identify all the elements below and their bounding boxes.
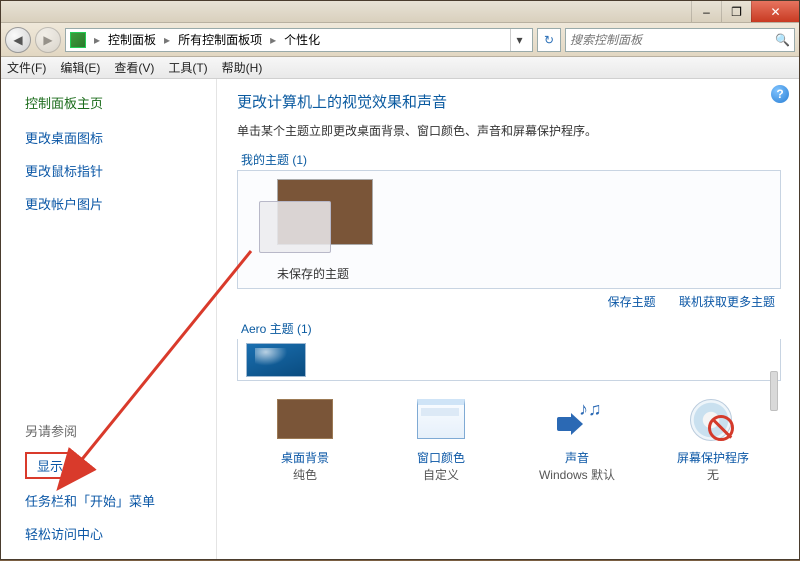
maximize-button[interactable]: ❐ xyxy=(721,1,751,22)
screensaver-item[interactable]: 屏幕保护程序 无 xyxy=(653,395,773,483)
sidebar-change-account-picture[interactable]: 更改帐户图片 xyxy=(25,194,216,213)
navbar: ◀ ▶ ▸ 控制面板 ▸ 所有控制面板项 ▸ 个性化 ▾ ↻ 🔍 xyxy=(1,23,799,57)
sounds-value: Windows 默认 xyxy=(517,466,637,483)
page-title: 更改计算机上的视觉效果和声音 xyxy=(237,91,781,112)
sound-icon: ♪♫ xyxy=(551,397,603,441)
minimize-button[interactable]: – xyxy=(691,1,721,22)
back-button[interactable]: ◀ xyxy=(5,27,31,53)
screensaver-label: 屏幕保护程序 xyxy=(653,449,773,466)
close-icon: ✕ xyxy=(770,5,780,19)
breadcrumb-sep: ▸ xyxy=(94,33,100,47)
save-theme-link[interactable]: 保存主题 xyxy=(608,295,656,309)
sidebar-display-link[interactable]: 显示 xyxy=(25,452,75,479)
theme-thumbnail xyxy=(253,179,373,259)
address-dropdown[interactable]: ▾ xyxy=(510,29,528,51)
theme-item-unsaved[interactable]: 未保存的主题 xyxy=(248,179,378,282)
search-box[interactable]: 🔍 xyxy=(565,28,795,52)
my-themes-label: 我的主题 (1) xyxy=(241,151,781,168)
help-icon[interactable]: ? xyxy=(771,85,789,103)
address-bar[interactable]: ▸ 控制面板 ▸ 所有控制面板项 ▸ 个性化 ▾ xyxy=(65,28,533,52)
minimize-icon: – xyxy=(703,5,710,19)
breadcrumb-sep: ▸ xyxy=(270,33,276,47)
control-panel-icon xyxy=(70,32,86,48)
sidebar-taskbar-start[interactable]: 任务栏和「开始」菜单 xyxy=(25,491,216,510)
desktop-background-icon xyxy=(277,399,333,439)
breadcrumb-sep: ▸ xyxy=(164,33,170,47)
breadcrumb-2[interactable]: 所有控制面板项 xyxy=(178,31,262,48)
control-panel-home[interactable]: 控制面板主页 xyxy=(25,93,216,112)
body: 控制面板主页 更改桌面图标 更改鼠标指针 更改帐户图片 另请参阅 显示 任务栏和… xyxy=(1,79,799,559)
aero-themes-box xyxy=(237,339,781,381)
theme-name: 未保存的主题 xyxy=(248,265,378,282)
desktop-background-value: 纯色 xyxy=(245,466,365,483)
screensaver-value: 无 xyxy=(653,466,773,483)
breadcrumb-3[interactable]: 个性化 xyxy=(284,31,320,48)
window: – ❐ ✕ ◀ ▶ ▸ 控制面板 ▸ 所有控制面板项 ▸ 个性化 ▾ ↻ 🔍 文… xyxy=(0,0,800,560)
window-color-label: 窗口颜色 xyxy=(381,449,501,466)
sidebar-change-mouse-pointers[interactable]: 更改鼠标指针 xyxy=(25,161,216,180)
bottom-row: 桌面背景 纯色 窗口颜色 自定义 ♪♫ 声音 Windows 默认 屏幕保护程序… xyxy=(237,395,781,483)
search-icon: 🔍 xyxy=(775,33,790,47)
aero-theme-thumb[interactable] xyxy=(246,343,306,377)
desktop-background-label: 桌面背景 xyxy=(245,449,365,466)
menu-file[interactable]: 文件(F) xyxy=(7,59,46,76)
sidebar: 控制面板主页 更改桌面图标 更改鼠标指针 更改帐户图片 另请参阅 显示 任务栏和… xyxy=(1,79,217,559)
page-description: 单击某个主题立即更改桌面背景、窗口颜色、声音和屏幕保护程序。 xyxy=(237,122,781,139)
titlebar: – ❐ ✕ xyxy=(1,1,799,23)
maximize-icon: ❐ xyxy=(731,5,742,19)
sounds-label: 声音 xyxy=(517,449,637,466)
my-themes-box: 未保存的主题 xyxy=(237,170,781,289)
window-color-value: 自定义 xyxy=(381,466,501,483)
aero-themes-label: Aero 主题 (1) xyxy=(241,320,781,337)
screensaver-icon xyxy=(686,397,740,441)
breadcrumb-1[interactable]: 控制面板 xyxy=(108,31,156,48)
desktop-background-item[interactable]: 桌面背景 纯色 xyxy=(245,395,365,483)
menu-edit[interactable]: 编辑(E) xyxy=(60,59,100,76)
menubar: 文件(F) 编辑(E) 查看(V) 工具(T) 帮助(H) xyxy=(1,57,799,79)
refresh-button[interactable]: ↻ xyxy=(537,28,561,52)
theme-links: 保存主题 联机获取更多主题 xyxy=(237,293,775,310)
content: ? 更改计算机上的视觉效果和声音 单击某个主题立即更改桌面背景、窗口颜色、声音和… xyxy=(217,79,799,559)
sidebar-ease-of-access[interactable]: 轻松访问中心 xyxy=(25,524,216,543)
menu-view[interactable]: 查看(V) xyxy=(114,59,154,76)
menu-help[interactable]: 帮助(H) xyxy=(222,59,263,76)
forward-button[interactable]: ▶ xyxy=(35,27,61,53)
window-color-item[interactable]: 窗口颜色 自定义 xyxy=(381,395,501,483)
sounds-item[interactable]: ♪♫ 声音 Windows 默认 xyxy=(517,395,637,483)
scrollbar-thumb[interactable] xyxy=(770,371,778,411)
search-input[interactable] xyxy=(570,33,775,47)
window-color-icon xyxy=(417,399,465,439)
sidebar-change-desktop-icons[interactable]: 更改桌面图标 xyxy=(25,128,216,147)
menu-tools[interactable]: 工具(T) xyxy=(168,59,207,76)
get-more-themes-link[interactable]: 联机获取更多主题 xyxy=(679,295,775,309)
close-button[interactable]: ✕ xyxy=(751,1,799,22)
see-also-label: 另请参阅 xyxy=(25,421,216,440)
